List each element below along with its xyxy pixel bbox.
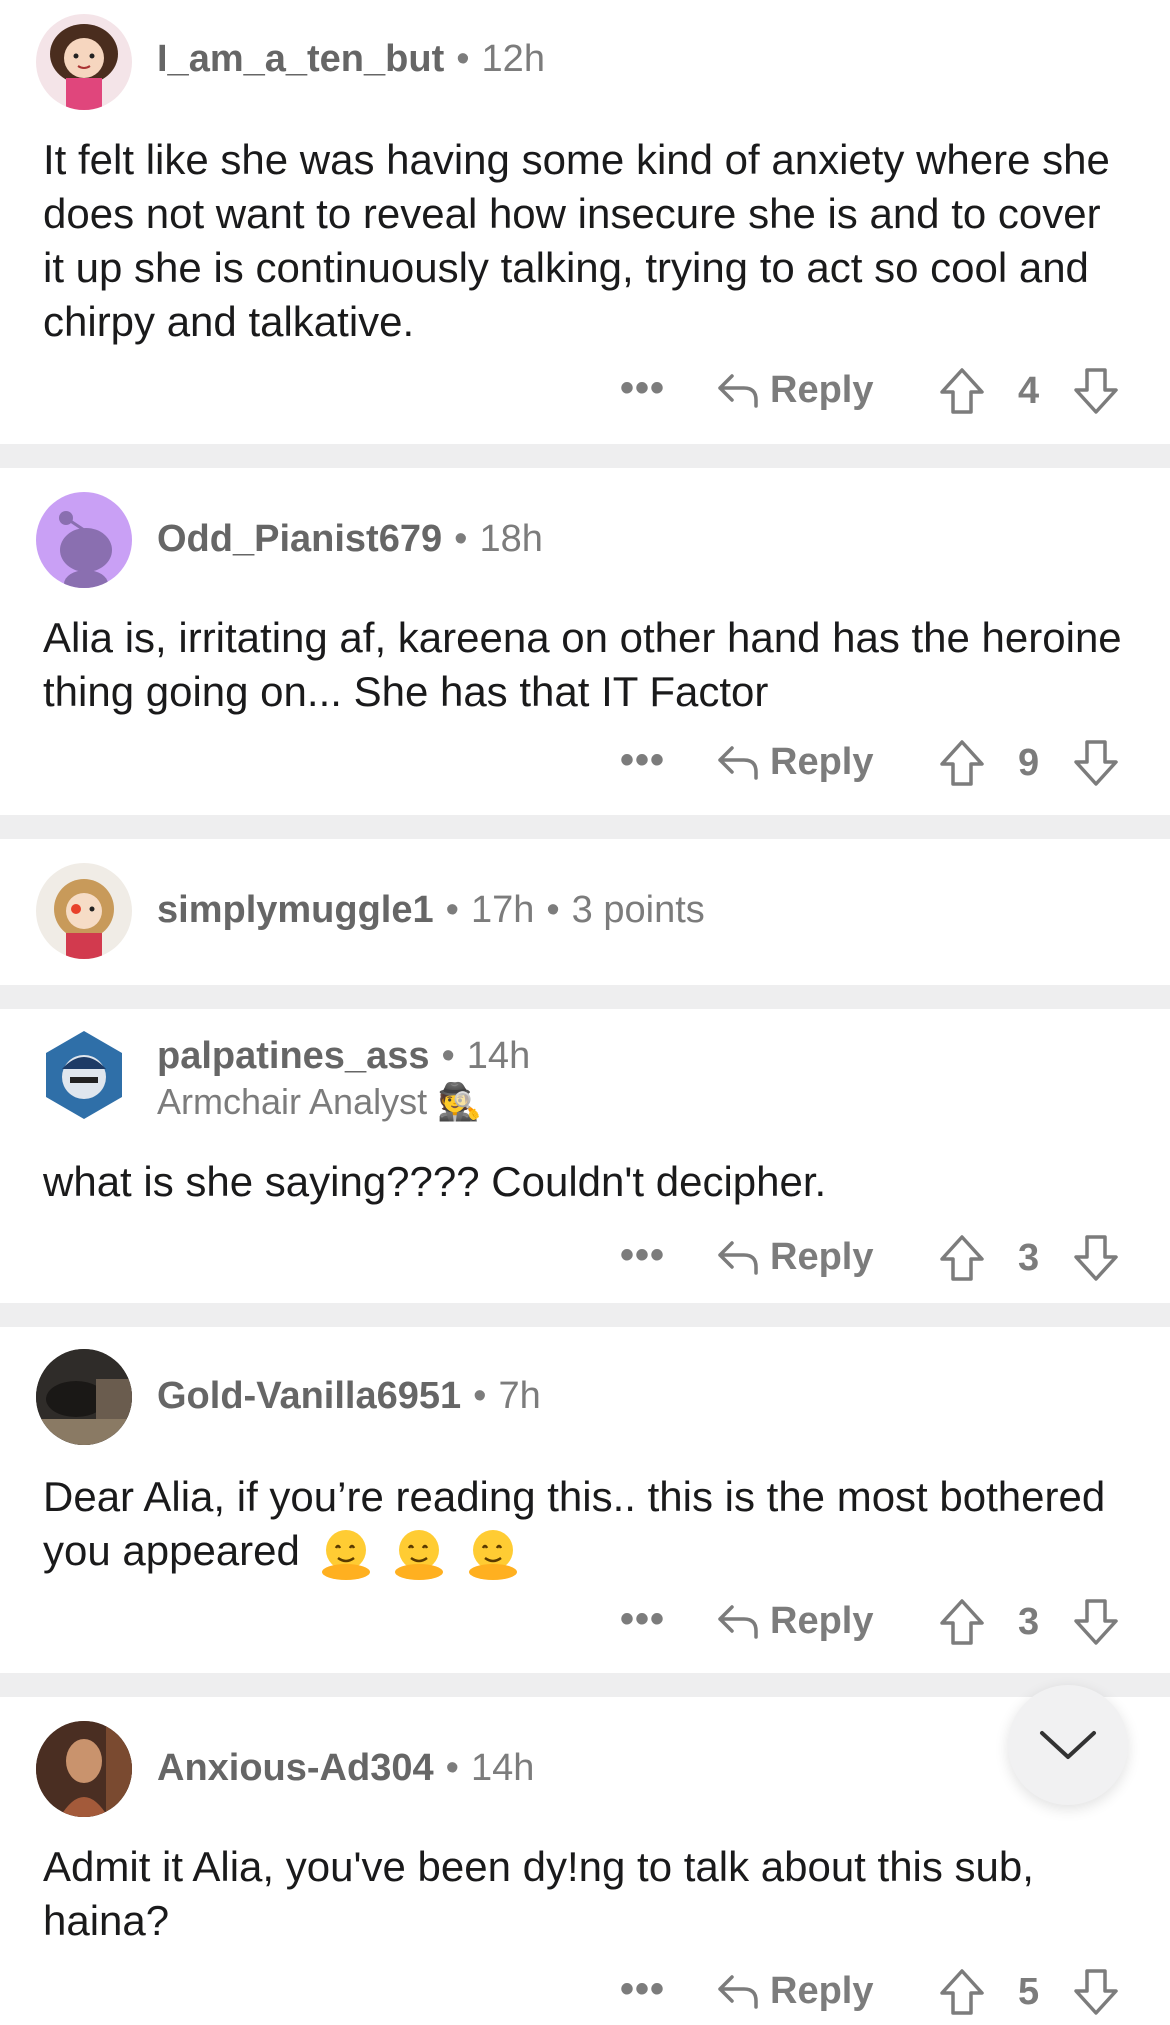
reply-arrow-icon bbox=[718, 1241, 758, 1275]
avatar[interactable] bbox=[36, 1025, 132, 1121]
comment-separator bbox=[0, 444, 1170, 468]
reply-label: Reply bbox=[770, 1599, 874, 1642]
comment-body: It felt like she was having some kind of… bbox=[43, 136, 1110, 345]
reply-button[interactable]: Reply bbox=[716, 360, 873, 420]
comment-actions: ••• Reply 9 bbox=[620, 732, 1140, 792]
downvote-arrow-icon[interactable] bbox=[1072, 1597, 1120, 1647]
comment-body: what is she saying???? Couldn't decipher… bbox=[43, 1158, 827, 1205]
comment: I_am_a_ten_but • 12h It felt like she was … bbox=[0, 0, 1170, 444]
username[interactable]: Odd_Pianist679 bbox=[157, 518, 442, 560]
separator-dot: • bbox=[473, 1375, 487, 1417]
comment-body: Alia is, irritating af, kareena on other… bbox=[43, 614, 1122, 715]
comment-separator bbox=[0, 1673, 1170, 1697]
comment: Odd_Pianist679 • 18h Alia is, irritating a… bbox=[0, 468, 1170, 815]
more-options-button[interactable]: ••• bbox=[620, 738, 665, 783]
reply-arrow-icon bbox=[718, 1605, 758, 1639]
separator-dot: • bbox=[445, 1747, 459, 1789]
comment-header: Odd_Pianist679 • 18h bbox=[157, 518, 543, 561]
comment-separator bbox=[0, 815, 1170, 839]
reply-button[interactable]: Reply bbox=[716, 732, 873, 792]
avatar[interactable] bbox=[36, 1721, 132, 1817]
timestamp: 7h bbox=[498, 1375, 541, 1417]
reply-arrow-icon bbox=[718, 1975, 758, 2009]
vote-count: 3 bbox=[1018, 1237, 1040, 1279]
username[interactable]: Anxious-Ad304 bbox=[157, 1747, 434, 1789]
downvote-arrow-icon[interactable] bbox=[1072, 366, 1120, 416]
more-options-button[interactable]: ••• bbox=[620, 366, 665, 411]
reply-button[interactable]: Reply bbox=[716, 1227, 873, 1287]
timestamp: 18h bbox=[479, 518, 543, 560]
reply-arrow-icon bbox=[718, 746, 758, 780]
timestamp: 17h bbox=[470, 889, 535, 931]
collapsed-comment[interactable]: simplymuggle1 • 17h • 3 points bbox=[0, 839, 1170, 985]
downvote-arrow-icon[interactable] bbox=[1072, 1233, 1120, 1283]
comment-body: Dear Alia, if you’re reading this.. this… bbox=[43, 1470, 1133, 1582]
melting-face-icon bbox=[312, 1527, 386, 1580]
downvote-arrow-icon[interactable] bbox=[1072, 1967, 1120, 2017]
vote-count: 3 bbox=[1018, 1601, 1040, 1643]
username[interactable]: Gold-Vanilla6951 bbox=[157, 1375, 461, 1417]
reply-label: Reply bbox=[770, 368, 874, 411]
comment: Anxious-Ad304 • 14h Admit it Alia, you've … bbox=[0, 1697, 1170, 2025]
comment-body: Admit it Alia, you've been dy!ng to talk… bbox=[43, 1843, 1034, 1944]
reply-button[interactable]: Reply bbox=[716, 1591, 873, 1651]
separator-dot: • bbox=[445, 889, 459, 931]
melting-face-icon bbox=[385, 1527, 459, 1580]
upvote-arrow-icon[interactable] bbox=[938, 1967, 986, 2017]
comment-actions: ••• Reply 3 bbox=[620, 1227, 1140, 1287]
more-options-button[interactable]: ••• bbox=[620, 1233, 665, 1278]
reply-button[interactable]: Reply bbox=[716, 1961, 873, 2021]
comment-actions: ••• Reply 3 bbox=[620, 1591, 1140, 1651]
comment: Gold-Vanilla6951 • 7h Dear Alia, if you’re… bbox=[0, 1327, 1170, 1673]
comment-actions: ••• Reply 5 bbox=[620, 1961, 1140, 2021]
avatar[interactable] bbox=[36, 492, 132, 588]
comment-header: palpatines_ass • 14h bbox=[157, 1035, 530, 1078]
vote-count: 5 bbox=[1018, 1971, 1040, 2013]
separator-dot: • bbox=[546, 889, 560, 931]
reply-arrow-icon bbox=[718, 374, 758, 408]
separator-dot: • bbox=[456, 38, 470, 80]
avatar[interactable] bbox=[36, 863, 132, 959]
comment-header: Gold-Vanilla6951 • 7h bbox=[157, 1375, 541, 1418]
timestamp: 14h bbox=[466, 1035, 531, 1077]
comment-separator bbox=[0, 1303, 1170, 1327]
comment-separator bbox=[0, 985, 1170, 1009]
username[interactable]: palpatines_ass bbox=[157, 1035, 429, 1077]
username[interactable]: I_am_a_ten_but bbox=[157, 38, 444, 80]
username[interactable]: simplymuggle1 bbox=[157, 889, 434, 931]
reply-label: Reply bbox=[770, 740, 874, 783]
downvote-arrow-icon[interactable] bbox=[1072, 738, 1120, 788]
upvote-arrow-icon[interactable] bbox=[938, 1597, 986, 1647]
avatar[interactable] bbox=[36, 14, 132, 110]
comment: palpatines_ass • 14h Armchair Analyst 🕵 wh… bbox=[0, 1009, 1170, 1303]
scroll-next-button[interactable] bbox=[1008, 1685, 1128, 1805]
melting-face-icon bbox=[459, 1527, 521, 1580]
reply-label: Reply bbox=[770, 1969, 874, 2012]
chevron-down-icon bbox=[1040, 1731, 1096, 1759]
upvote-arrow-icon[interactable] bbox=[938, 366, 986, 416]
comment-header: simplymuggle1 • 17h • 3 points bbox=[157, 889, 705, 932]
upvote-arrow-icon[interactable] bbox=[938, 738, 986, 788]
points: 3 points bbox=[571, 889, 705, 931]
timestamp: 12h bbox=[481, 38, 545, 80]
user-flair: Armchair Analyst 🕵 bbox=[157, 1081, 482, 1122]
avatar[interactable] bbox=[36, 1349, 132, 1445]
more-options-button[interactable]: ••• bbox=[620, 1597, 665, 1642]
comment-header: Anxious-Ad304 • 14h bbox=[157, 1747, 534, 1790]
separator-dot: • bbox=[454, 518, 468, 560]
vote-count: 4 bbox=[1018, 370, 1040, 412]
separator-dot: • bbox=[441, 1035, 455, 1077]
more-options-button[interactable]: ••• bbox=[620, 1967, 665, 2012]
comment-header: I_am_a_ten_but • 12h bbox=[157, 38, 545, 81]
timestamp: 14h bbox=[470, 1747, 535, 1789]
upvote-arrow-icon[interactable] bbox=[938, 1233, 986, 1283]
comment-actions: ••• Reply 4 bbox=[620, 360, 1140, 420]
comment-text: Dear Alia, if you’re reading this.. this… bbox=[43, 1473, 1106, 1574]
reply-label: Reply bbox=[770, 1235, 874, 1278]
vote-count: 9 bbox=[1018, 742, 1040, 784]
